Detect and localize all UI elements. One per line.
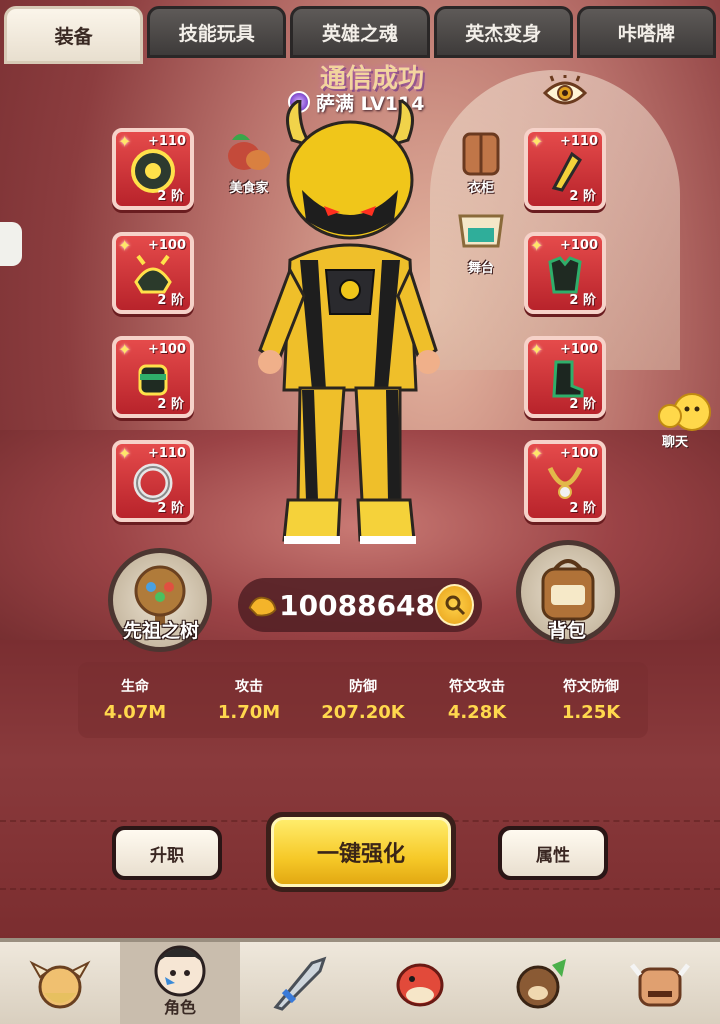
nav-weapon[interactable] (240, 942, 360, 1024)
nav-character[interactable]: 角色 (120, 942, 240, 1024)
enhance-all-label: 一键强化 (271, 817, 451, 887)
slot-tier: 2 阶 (569, 293, 596, 308)
boss-icon (630, 963, 690, 1007)
hero-viking-icon (29, 960, 91, 1009)
stat-label: 生命 (121, 679, 149, 695)
slot-tier: 2 阶 (157, 501, 184, 516)
slot-bonus: +100 (559, 342, 598, 357)
attributes-button[interactable]: 属性 (498, 826, 608, 880)
slot-tier: 2 阶 (157, 293, 184, 308)
equip-slot-right-3[interactable]: ✦ +100 2 阶 (524, 336, 606, 418)
slot-bonus: +110 (147, 134, 186, 149)
equip-slot-left-3[interactable]: ✦ +100 2 阶 (112, 336, 194, 418)
slot-tier: 2 阶 (569, 397, 596, 412)
chat-button[interactable]: 聊天 (652, 392, 718, 450)
bottom-nav: 角色 (0, 938, 720, 1024)
hero-character[interactable] (240, 100, 460, 570)
stat-rune-defense: 符文防御 1.25K (534, 662, 648, 738)
slot-tier: 2 阶 (157, 189, 184, 204)
stat-value: 1.70M (217, 702, 281, 723)
slot-bonus: +110 (147, 446, 186, 461)
stat-label: 符文攻击 (449, 679, 505, 695)
slot-tier: 2 阶 (157, 397, 184, 412)
tab-hero-soul[interactable]: 英雄之魂 (290, 6, 430, 58)
nav-character-label: 角色 (163, 998, 196, 1017)
slot-bonus: +100 (147, 238, 186, 253)
equip-slot-right-2[interactable]: ✦ +100 2 阶 (524, 232, 606, 314)
stat-defense: 防御 207.20K (306, 662, 420, 738)
stat-value: 1.25K (561, 702, 621, 723)
nav-boss[interactable] (600, 942, 720, 1024)
weapon-icon (273, 956, 327, 1011)
tab-equipment[interactable]: 装备 (4, 6, 144, 64)
ancestor-tree-label: 先祖之树 (122, 620, 199, 642)
stat-value: 4.07M (103, 702, 167, 723)
stat-value: 207.20K (321, 702, 405, 723)
side-drawer-tab[interactable] (0, 222, 22, 266)
character-icon (154, 945, 206, 997)
chat-label: 聊天 (662, 435, 689, 450)
nav-pet[interactable] (360, 942, 480, 1024)
slot-tier: 2 阶 (569, 501, 596, 516)
slot-bonus: +110 (559, 134, 598, 149)
eye-icon[interactable] (542, 72, 588, 112)
slot-bonus: +100 (559, 238, 598, 253)
equip-slot-right-1[interactable]: ✦ +110 2 阶 (524, 128, 606, 210)
nav-hero[interactable] (0, 942, 120, 1024)
stat-rune-attack: 符文攻击 4.28K (420, 662, 534, 738)
slot-bonus: +100 (147, 342, 186, 357)
stats-panel: 生命 4.07M 攻击 1.70M 防御 207.20K 符文攻击 4.28K … (78, 662, 648, 738)
stat-attack: 攻击 1.70M (192, 662, 306, 738)
guild-bear-icon (516, 959, 566, 1009)
tab-click-cards[interactable]: 咔嗒牌 (576, 6, 717, 58)
enhance-all-button[interactable]: 一键强化 (266, 812, 456, 892)
arm-strength-icon (248, 596, 277, 617)
nav-guild[interactable] (480, 942, 600, 1024)
stat-label: 符文防御 (563, 679, 619, 695)
currency-value: 10088648 (279, 588, 436, 622)
stat-value: 4.28K (447, 702, 507, 723)
chat-emoji-icon (658, 393, 711, 431)
stat-hp: 生命 4.07M (78, 662, 192, 738)
promote-button[interactable]: 升职 (112, 826, 222, 880)
slot-bonus: +100 (559, 446, 598, 461)
stat-label: 攻击 (235, 679, 263, 695)
promote-label: 升职 (116, 830, 218, 876)
pet-dino-icon (396, 963, 444, 1007)
backpack-label: 背包 (547, 620, 586, 642)
top-tab-bar: 装备 技能玩具 英雄之魂 英杰变身 咔嗒牌 (0, 0, 720, 64)
slot-tier: 2 阶 (569, 189, 596, 204)
equip-slot-right-4[interactable]: ✦ +100 2 阶 (524, 440, 606, 522)
search-icon[interactable] (435, 584, 474, 626)
equip-slot-left-4[interactable]: ✦ +110 2 阶 (112, 440, 194, 522)
equip-slot-left-1[interactable]: ✦ +110 2 阶 (112, 128, 194, 210)
stat-label: 防御 (349, 679, 377, 695)
tab-skill-toys[interactable]: 技能玩具 (147, 6, 287, 58)
arm-strength-currency: 10088648 (238, 578, 482, 632)
equip-slot-left-2[interactable]: ✦ +100 2 阶 (112, 232, 194, 314)
tab-hero-transform[interactable]: 英杰变身 (433, 6, 573, 58)
attributes-label: 属性 (502, 830, 604, 876)
